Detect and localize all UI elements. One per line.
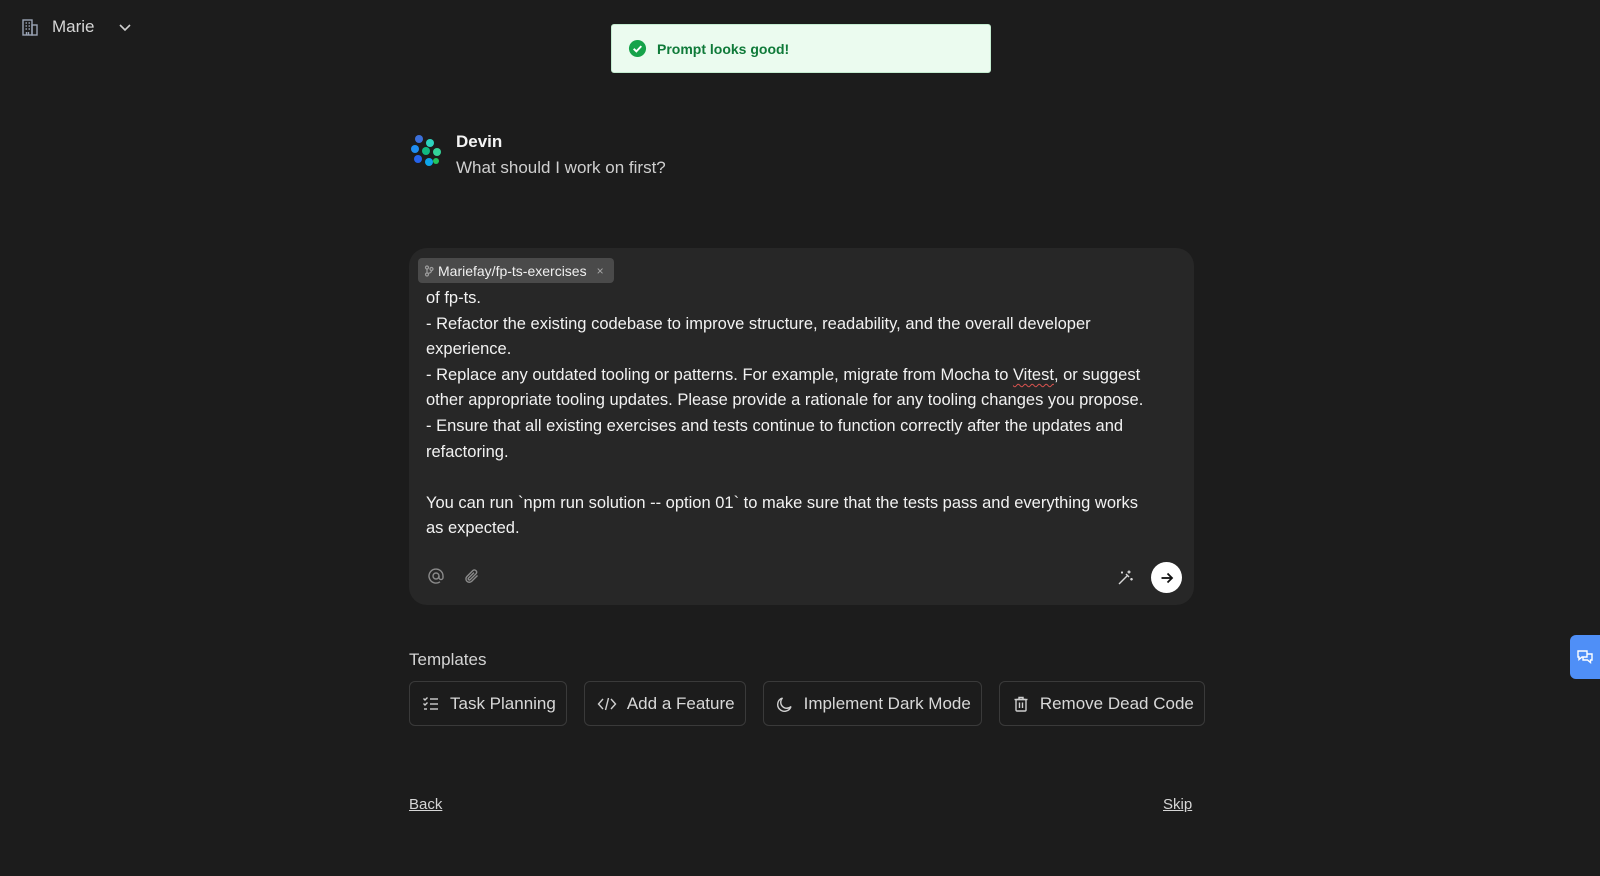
templates-list: Task Planning Add a Feature Implement Da… (409, 681, 1205, 726)
back-link[interactable]: Back (409, 796, 442, 813)
chat-icon (1577, 650, 1593, 664)
repo-icon (424, 264, 434, 277)
repo-chip-label: Mariefay/fp-ts-exercises (438, 262, 587, 279)
org-name: Marie (52, 17, 95, 36)
agent-greeting: Devin What should I work on first? (410, 132, 666, 178)
template-label: Implement Dark Mode (803, 693, 971, 713)
check-circle-icon (628, 39, 647, 58)
prompt-actions-right (1113, 562, 1182, 593)
prompt-line: as expected. (426, 519, 520, 538)
toast-message: Prompt looks good! (657, 40, 790, 57)
prompt-line-segment: - Replace any outdated tooling or patter… (426, 365, 1013, 384)
templates-title: Templates (409, 650, 487, 669)
prompt-line: experience. (426, 340, 512, 359)
agent-question: What should I work on first? (456, 158, 666, 177)
checklist-icon (422, 695, 440, 713)
close-icon[interactable]: × (597, 264, 604, 278)
prompt-line: other appropriate tooling updates. Pleas… (426, 391, 1144, 410)
prompt-line: of fp-ts. (426, 289, 482, 307)
paperclip-icon[interactable] (463, 567, 481, 585)
skip-link[interactable]: Skip (1163, 796, 1192, 813)
feedback-tab[interactable] (1570, 635, 1600, 679)
template-label: Task Planning (450, 693, 556, 713)
template-label: Remove Dead Code (1039, 693, 1194, 713)
template-task-planning[interactable]: Task Planning (409, 681, 567, 726)
misspelled-word: Vitest (1012, 365, 1054, 384)
code-icon (597, 695, 617, 713)
prompt-line: - Refactor the existing codebase to impr… (426, 314, 1091, 333)
chevron-down-icon (117, 19, 133, 35)
prompt-line: - Replace any outdated tooling or patter… (426, 363, 1178, 389)
building-icon (20, 17, 40, 37)
send-button[interactable] (1151, 562, 1182, 593)
template-dark-mode[interactable]: Implement Dark Mode (762, 681, 982, 726)
template-label: Add a Feature (626, 693, 735, 713)
agent-name: Devin (456, 132, 503, 151)
prompt-text[interactable]: of fp-ts. - Refactor the existing codeba… (426, 286, 1178, 542)
prompt-line: refactoring. (426, 442, 509, 461)
prompt-actions-left (427, 567, 481, 585)
trash-icon (1012, 695, 1030, 713)
org-switcher[interactable]: Marie (20, 14, 133, 40)
prompt-line: - Ensure that all existing exercises and… (426, 416, 1124, 435)
template-remove-dead-code[interactable]: Remove Dead Code (998, 681, 1205, 726)
magic-wand-icon[interactable] (1113, 566, 1137, 590)
success-toast: Prompt looks good! (611, 24, 991, 73)
mention-icon[interactable] (427, 567, 445, 585)
prompt-line-blank (426, 465, 1178, 491)
prompt-line-segment: , or suggest (1053, 365, 1141, 384)
arrow-right-icon (1161, 572, 1173, 583)
devin-logo-icon (410, 134, 442, 168)
repo-chip[interactable]: Mariefay/fp-ts-exercises × (418, 258, 614, 283)
moon-icon (776, 695, 794, 713)
prompt-line: You can run `npm run solution -- option … (426, 493, 1139, 512)
template-add-feature[interactable]: Add a Feature (583, 681, 746, 726)
prompt-editor[interactable]: Mariefay/fp-ts-exercises × of fp-ts. - R… (409, 248, 1194, 605)
